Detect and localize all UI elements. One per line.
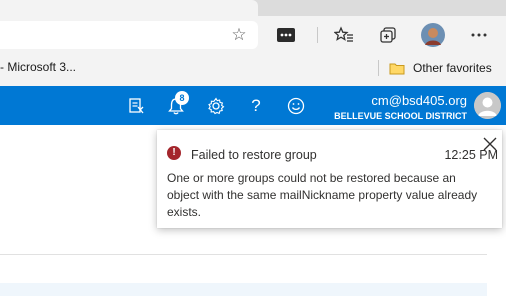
favorite-item-microsoft[interactable]: - Microsoft 3... xyxy=(0,60,76,74)
favorites-divider xyxy=(378,60,379,76)
toast-title: Failed to restore group xyxy=(191,148,317,162)
avatar[interactable] xyxy=(474,92,501,119)
close-icon[interactable] xyxy=(482,136,498,152)
favorites-bar: - Microsoft 3... Other favorites xyxy=(0,54,506,82)
active-tab[interactable] xyxy=(0,0,258,16)
other-favorites-label: Other favorites xyxy=(413,61,492,75)
notification-count-badge: 8 xyxy=(175,91,189,105)
help-icon[interactable]: ? xyxy=(244,94,268,118)
settings-gear-icon[interactable] xyxy=(204,94,228,118)
collections-icon[interactable] xyxy=(375,22,401,48)
star-icon[interactable]: ☆ xyxy=(229,25,249,45)
app-header: 8 ? cm@bsd405.org BELLEVUE SCHOOL DISTRI… xyxy=(0,86,506,125)
info-bar xyxy=(0,283,487,296)
account-email[interactable]: cm@bsd405.org xyxy=(371,93,467,108)
more-icon[interactable] xyxy=(466,22,492,48)
browser-chrome: ☆ - Microsoft 3... Other favorites xyxy=(0,0,506,86)
favorites-icon[interactable] xyxy=(331,22,357,48)
content-divider xyxy=(0,254,487,255)
feedback-smiley-icon[interactable] xyxy=(284,94,308,118)
error-icon: ! xyxy=(167,146,181,160)
admin-app-icon[interactable] xyxy=(124,94,148,118)
address-bar[interactable] xyxy=(0,21,258,49)
tab-strip xyxy=(0,0,506,16)
profile-avatar[interactable] xyxy=(420,22,446,48)
folder-icon xyxy=(389,63,405,74)
account-organization: BELLEVUE SCHOOL DISTRICT xyxy=(334,111,467,121)
toast-message: One or more groups could not be restored… xyxy=(167,171,478,219)
other-favorites-button[interactable]: Other favorites xyxy=(389,58,492,78)
error-notification-toast[interactable]: ! Failed to restore group 12:25 PM One o… xyxy=(157,130,502,228)
toolbar-divider xyxy=(317,27,318,43)
extension-icon[interactable] xyxy=(273,22,299,48)
